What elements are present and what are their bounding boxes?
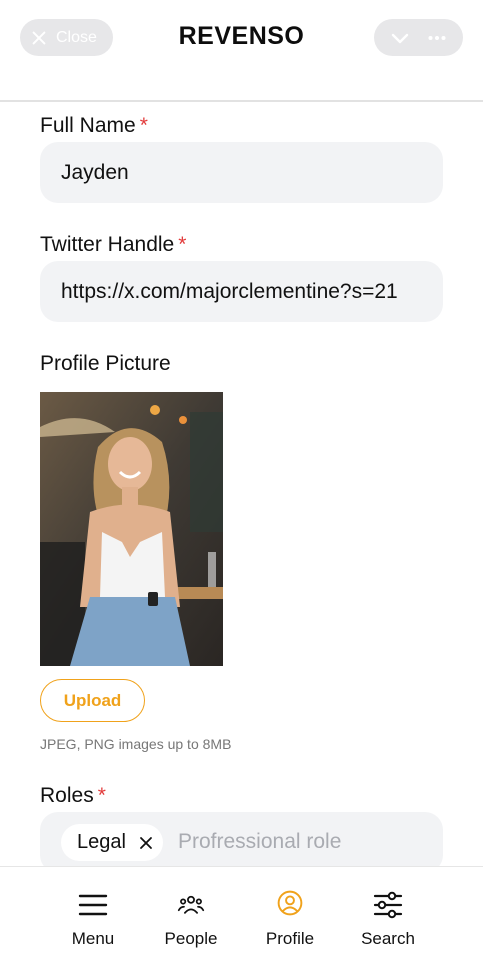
profile-picture-label: Profile Picture <box>40 352 171 375</box>
menu-icon <box>78 894 108 916</box>
nav-profile[interactable]: Profile <box>240 867 340 954</box>
upload-hint: JPEG, PNG images up to 8MB <box>40 736 232 752</box>
full-name-label: Full Name * <box>40 114 148 137</box>
nav-search[interactable]: Search <box>338 867 438 954</box>
header-actions <box>374 19 463 56</box>
role-chip-label: Legal <box>77 831 126 853</box>
bottom-navigation: Menu People Profile Search <box>0 866 483 954</box>
upload-button[interactable]: Upload <box>40 679 145 722</box>
nav-people[interactable]: People <box>141 867 241 954</box>
profile-icon <box>277 890 303 916</box>
profile-photo <box>40 392 223 666</box>
more-icon[interactable] <box>427 28 447 48</box>
remove-chip-icon[interactable] <box>138 835 154 851</box>
role-placeholder: Profressional role <box>178 830 342 853</box>
roles-label: Roles * <box>40 784 106 807</box>
roles-input[interactable]: Legal Profressional role <box>40 812 443 873</box>
top-bar: Close REVENSO <box>0 0 483 102</box>
full-name-input[interactable]: Jayden <box>40 142 443 203</box>
people-icon <box>177 895 205 914</box>
role-chip: Legal <box>61 824 163 861</box>
sliders-icon <box>373 891 403 919</box>
twitter-handle-input[interactable]: https://x.com/majorclementine?s=21 <box>40 261 443 322</box>
chevron-down-icon[interactable] <box>390 28 410 48</box>
nav-menu[interactable]: Menu <box>43 867 143 954</box>
twitter-handle-label: Twitter Handle * <box>40 233 187 256</box>
